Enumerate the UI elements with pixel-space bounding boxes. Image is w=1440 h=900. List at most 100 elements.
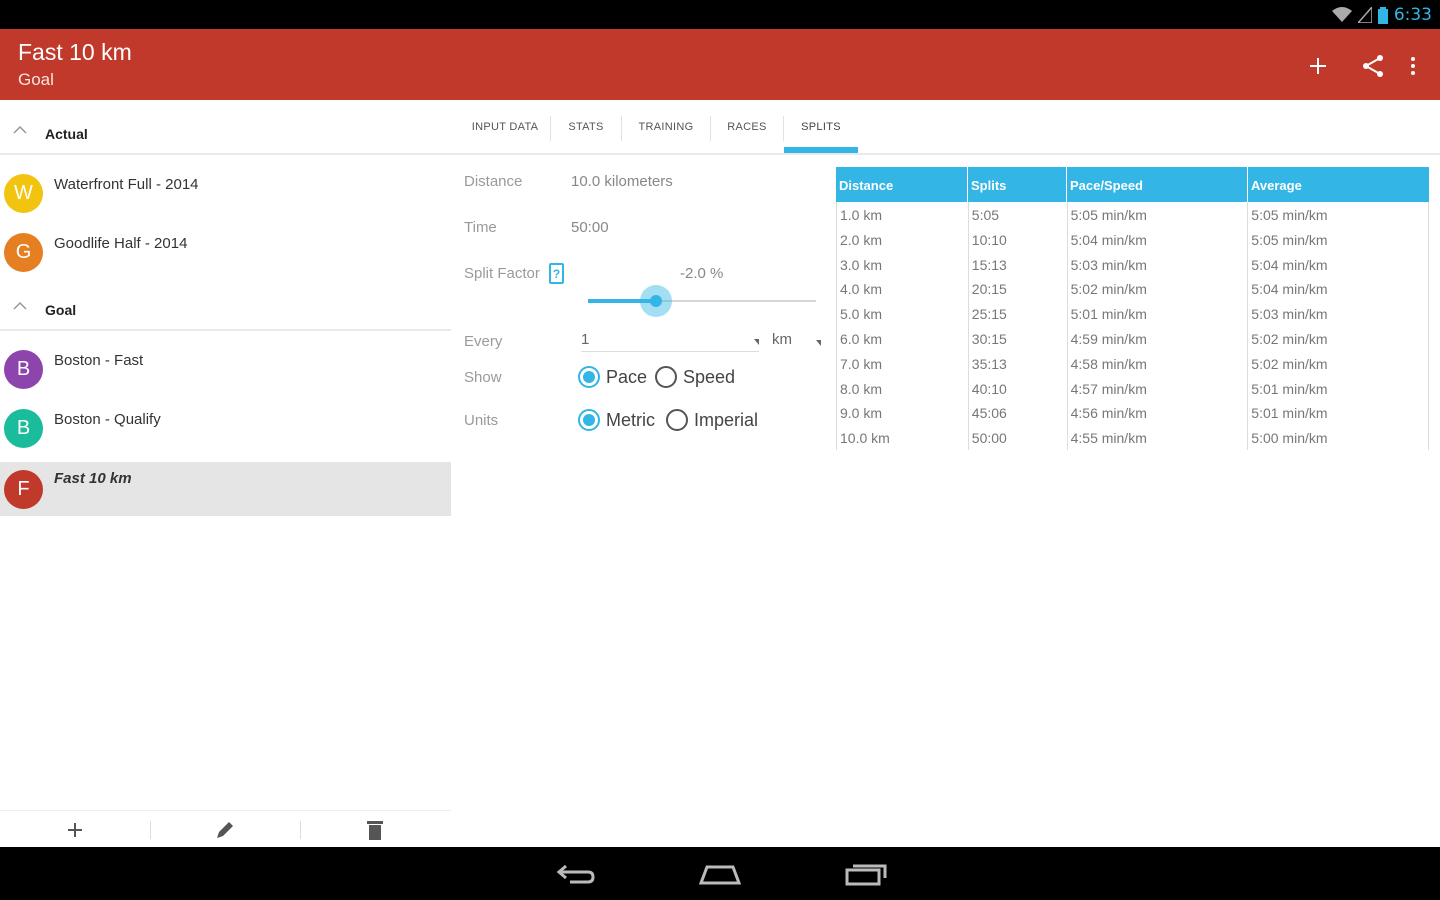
column-header: Pace/Speed xyxy=(1067,167,1248,202)
table-cell: 5:02 min/km xyxy=(1248,350,1429,376)
help-icon[interactable]: ? xyxy=(549,263,564,284)
table-cell: 30:15 xyxy=(969,325,1068,351)
radio-label: Pace xyxy=(606,366,648,387)
table-cell: 5:04 min/km xyxy=(1068,226,1249,252)
chevron-up-icon xyxy=(13,125,27,134)
show-speed-radio[interactable]: Speed xyxy=(655,366,735,388)
chevron-up-icon xyxy=(13,301,27,310)
avatar: F xyxy=(4,470,43,509)
battery-icon xyxy=(1377,6,1388,24)
table-row: 10.0 km 50:00 4:55 min/km 5:00 min/km xyxy=(837,425,1429,450)
table-row: 5.0 km 25:15 5:01 min/km 5:03 min/km xyxy=(837,301,1429,326)
list-item-label: Waterfront Full - 2014 xyxy=(54,176,199,193)
section-label: Actual xyxy=(45,126,88,142)
section-header-goal[interactable]: Goal xyxy=(0,276,451,331)
tab-stats[interactable]: STATS xyxy=(551,116,621,153)
table-cell: 4:59 min/km xyxy=(1068,325,1249,351)
list-toolbar xyxy=(0,810,451,847)
table-cell: 5:05 xyxy=(969,202,1068,227)
home-button[interactable] xyxy=(690,856,750,892)
edit-plan-button[interactable] xyxy=(150,811,300,848)
table-cell: 1.0 km xyxy=(837,202,969,227)
table-cell: 4:58 min/km xyxy=(1068,350,1249,376)
status-time: 6:33 xyxy=(1393,5,1432,25)
tab-races[interactable]: RACES xyxy=(711,116,783,153)
every-value-select[interactable]: 1 xyxy=(581,328,759,352)
list-item[interactable]: B Boston - Fast xyxy=(0,336,451,392)
table-cell: 5:01 min/km xyxy=(1068,301,1249,326)
slider-thumb-center xyxy=(650,295,663,307)
distance-label: Distance xyxy=(464,173,523,190)
table-cell: 5:02 min/km xyxy=(1068,276,1249,302)
list-item[interactable]: G Goodlife Half - 2014 xyxy=(0,219,451,275)
units-imperial-radio[interactable]: Imperial xyxy=(666,409,758,431)
overflow-menu-button[interactable] xyxy=(1396,49,1430,83)
share-icon xyxy=(1363,55,1383,77)
back-button[interactable] xyxy=(546,856,606,892)
time-label: Time xyxy=(464,219,497,236)
show-label: Show xyxy=(464,369,502,386)
table-cell: 35:13 xyxy=(969,350,1068,376)
table-cell: 5:05 min/km xyxy=(1248,202,1429,227)
table-row: 1.0 km 5:05 5:05 min/km 5:05 min/km xyxy=(837,202,1429,227)
share-button[interactable] xyxy=(1356,49,1390,83)
table-cell: 4:55 min/km xyxy=(1068,425,1249,450)
signal-icon xyxy=(1357,7,1372,23)
delete-plan-button[interactable] xyxy=(300,811,450,848)
radio-label: Metric xyxy=(606,409,655,430)
table-cell: 25:15 xyxy=(969,301,1068,326)
table-cell: 20:15 xyxy=(969,276,1068,302)
table-cell: 6.0 km xyxy=(837,325,969,351)
recents-button[interactable] xyxy=(836,856,896,892)
add-icon xyxy=(1310,58,1326,74)
list-item-label: Boston - Fast xyxy=(54,352,144,369)
split-factor-label: Split Factor xyxy=(464,265,540,282)
list-item-label: Goodlife Half - 2014 xyxy=(54,235,188,252)
tab-splits[interactable]: SPLITS xyxy=(784,116,858,153)
tab-training[interactable]: TRAINING xyxy=(622,116,710,153)
table-cell: 5:01 min/km xyxy=(1248,375,1429,401)
app-subtitle: Goal xyxy=(18,70,54,89)
table-cell: 5.0 km xyxy=(837,301,969,326)
every-label: Every xyxy=(464,333,503,350)
table-cell: 5:03 min/km xyxy=(1248,301,1429,326)
avatar: B xyxy=(4,409,43,448)
table-cell: 3.0 km xyxy=(837,251,969,277)
list-item-selected[interactable]: F Fast 10 km xyxy=(0,462,451,516)
list-item[interactable]: W Waterfront Full - 2014 xyxy=(0,160,451,216)
add-plan-button[interactable] xyxy=(0,811,150,848)
show-pace-radio[interactable]: Pace xyxy=(578,366,647,388)
tab-input-data[interactable]: INPUT DATA xyxy=(460,116,550,153)
table-row: 2.0 km 10:10 5:04 min/km 5:05 min/km xyxy=(837,226,1429,252)
list-item-label: Boston - Qualify xyxy=(54,411,161,428)
time-value: 50:00 xyxy=(571,219,609,236)
add-icon xyxy=(68,822,82,837)
section-label: Goal xyxy=(45,302,77,318)
table-cell: 40:10 xyxy=(969,375,1068,401)
system-nav-bar xyxy=(0,847,1440,900)
plans-list-panel: Actual W Waterfront Full - 2014 G Goodli… xyxy=(0,100,451,847)
every-unit: km xyxy=(772,331,792,348)
splits-table: Distance Splits Pace/Speed Average 1.0 k… xyxy=(836,167,1429,450)
list-item[interactable]: B Boston - Qualify xyxy=(0,395,451,451)
table-cell: 5:04 min/km xyxy=(1248,251,1429,277)
every-unit-select[interactable]: km xyxy=(772,328,821,352)
radio-checked-icon xyxy=(578,366,600,388)
units-metric-radio[interactable]: Metric xyxy=(578,409,655,431)
wifi-icon xyxy=(1331,7,1352,22)
units-label: Units xyxy=(464,412,499,429)
table-cell: 5:02 min/km xyxy=(1248,325,1429,351)
table-cell: 4:56 min/km xyxy=(1068,400,1249,426)
section-header-actual[interactable]: Actual xyxy=(0,100,451,155)
app-bar: Fast 10 km Goal xyxy=(0,29,1440,100)
tab-bar: INPUT DATA STATS TRAINING RACES SPLITS xyxy=(451,100,1440,155)
plan-detail-panel: INPUT DATA STATS TRAINING RACES SPLITS D… xyxy=(451,100,1440,847)
add-button[interactable] xyxy=(1301,49,1335,83)
split-factor-slider-thumb[interactable] xyxy=(640,285,673,317)
dropdown-arrow-icon xyxy=(754,339,759,345)
dropdown-arrow-icon xyxy=(816,340,821,346)
table-row: 6.0 km 30:15 4:59 min/km 5:02 min/km xyxy=(837,325,1429,351)
status-icons: 6:33 xyxy=(1331,4,1432,26)
list-item-label: Fast 10 km xyxy=(54,470,132,487)
split-factor-value: -2.0 % xyxy=(680,265,724,282)
